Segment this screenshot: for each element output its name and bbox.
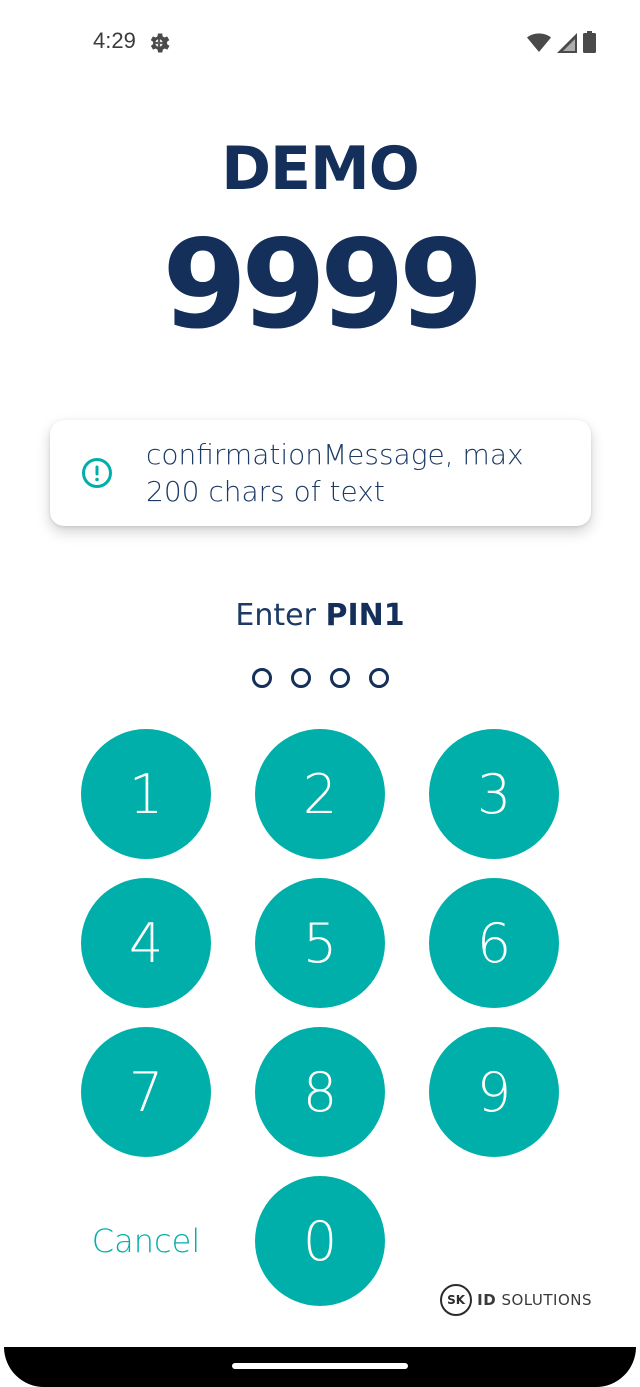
pin-indicator <box>0 668 640 688</box>
keypad-key-7[interactable]: 7 <box>81 1027 211 1157</box>
keypad-key-4[interactable]: 4 <box>81 878 211 1008</box>
page-title: DEMO <box>221 134 420 204</box>
status-clock: 4:29 <box>93 28 136 53</box>
pin-prompt-prefix: Enter <box>235 598 316 633</box>
keypad-key-6[interactable]: 6 <box>429 878 559 1008</box>
confirmation-message: confirmationMessage, max 200 chars of te… <box>146 438 524 508</box>
cancel-button[interactable]: Cancel <box>81 1216 211 1266</box>
system-navigation-bar <box>4 1347 636 1387</box>
keypad-key-1[interactable]: 1 <box>81 729 211 859</box>
keypad-key-3[interactable]: 3 <box>429 729 559 859</box>
keypad-key-9[interactable]: 9 <box>429 1027 559 1157</box>
keypad-key-8[interactable]: 8 <box>255 1027 385 1157</box>
battery-icon <box>583 31 596 53</box>
pin-dot <box>290 668 311 688</box>
settings-icon <box>150 33 170 53</box>
keypad-key-0[interactable]: 0 <box>255 1176 385 1306</box>
status-bar: 4:29 <box>0 0 640 84</box>
brand-name: ID SOLUTIONS <box>477 1291 592 1309</box>
brand-name-bold: ID <box>477 1291 497 1309</box>
home-indicator[interactable] <box>232 1363 408 1369</box>
info-icon <box>82 458 112 488</box>
pin-entry-screen: 4:29 DEMO 9999 confirmationMessage, max … <box>0 0 640 1387</box>
status-icons <box>527 31 596 53</box>
cellular-signal-icon <box>557 33 577 53</box>
brand-footer: SK ID SOLUTIONS <box>440 1284 592 1316</box>
sk-logo-icon: SK <box>440 1284 473 1316</box>
verification-code: 9999 <box>162 214 484 356</box>
brand-name-rest: SOLUTIONS <box>501 1291 592 1309</box>
confirmation-message-card: confirmationMessage, max 200 chars of te… <box>50 420 591 526</box>
keypad-key-2[interactable]: 2 <box>255 729 385 859</box>
pin-dot <box>329 668 350 688</box>
keypad-key-5[interactable]: 5 <box>255 878 385 1008</box>
pin-dot <box>251 668 272 688</box>
wifi-icon <box>527 33 551 52</box>
pin-prompt: Enter PIN1 <box>0 598 640 633</box>
pin-dot <box>368 668 389 688</box>
pin-prompt-label: PIN1 <box>325 598 405 633</box>
